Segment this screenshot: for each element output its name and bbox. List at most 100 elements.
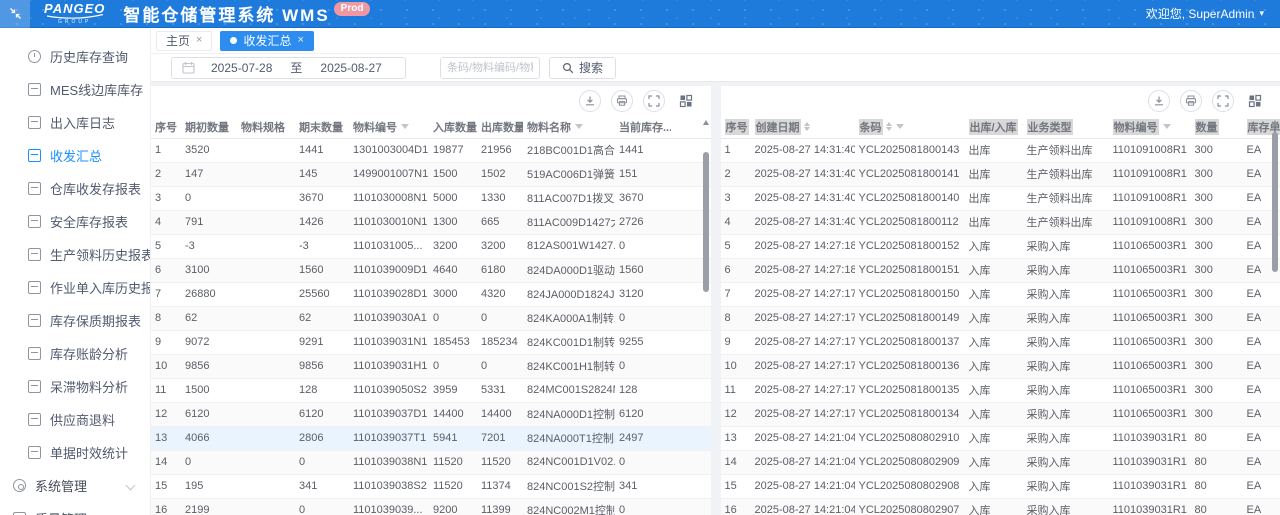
table-cell: 824NC001D1V02... — [523, 450, 615, 475]
table-cell: 1441 — [295, 138, 349, 163]
sidebar-item-生产领料历史报表[interactable]: 生产领料历史报表 — [0, 238, 150, 271]
table-row[interactable]: 10 9856 9856 1101039031H1 0 0 824KC001H1制转... 0 — [151, 354, 711, 379]
sidebar-item-历史库存查询[interactable]: 历史库存查询 — [0, 40, 150, 73]
close-icon[interactable]: × — [196, 35, 202, 46]
tab-send-receive-summary[interactable]: 收发汇总 × — [220, 30, 314, 51]
table-cell: 2025-08-27 14:27:17 — [750, 402, 855, 427]
column-header[interactable]: 业务类型 — [1022, 116, 1109, 139]
table-row[interactable]: 6 3100 1560 1101039009D1 4640 6180 824DA000D1驱… — [151, 258, 711, 283]
table-row[interactable]: 14 0 0 1101039038N1 11520 11520 824NC001D1V02.… — [151, 450, 711, 475]
tab-home[interactable]: 主页 × — [156, 30, 213, 51]
table-row[interactable]: 5 -3 -3 1101031005... 3200 3200 812AS001W1427.… — [151, 234, 711, 259]
sidebar-collapse-button[interactable] — [0, 0, 30, 28]
column-header[interactable]: 物料编号 — [349, 116, 429, 139]
scrollbar-thumb[interactable] — [702, 152, 709, 292]
table-row[interactable]: 3 2025-08-27 14:31:40 YCL2025081800140 出库 生产… — [720, 186, 1280, 211]
sidebar-item-作业单入库历史报表[interactable]: 作业单入库历史报表 — [0, 271, 150, 304]
search-button[interactable]: 搜索 — [549, 56, 617, 79]
table-row[interactable]: 2 147 145 1499001007N1 1500 1502 519AC006D1弹簧 1… — [151, 162, 711, 187]
table-row[interactable]: 4 2025-08-27 14:31:40 YCL2025081800112 出库 生产… — [720, 210, 1280, 235]
scrollbar-thumb[interactable] — [1272, 132, 1278, 272]
table-row[interactable]: 16 2199 0 1101039039... 9200 11399 824NC002M1控… — [151, 498, 711, 515]
table-row[interactable]: 7 26880 25560 1101039028D1 3000 4320 824JA000D… — [151, 282, 711, 307]
filter-icon[interactable] — [575, 124, 583, 130]
table-row[interactable]: 5 2025-08-27 14:27:18 YCL2025081800152 入库 采购… — [720, 234, 1280, 259]
table-row[interactable]: 15 195 341 1101039038S2 11520 11374 824NC001S2… — [151, 474, 711, 499]
column-header[interactable]: 创建日期 — [750, 116, 855, 139]
sidebar-item-单据时效统计[interactable]: 单据时效统计 — [0, 436, 150, 469]
table-row[interactable]: 2 2025-08-27 14:31:40 YCL2025081800141 出库 生产… — [720, 162, 1280, 187]
fullscreen-button[interactable] — [1212, 90, 1234, 112]
table-cell: 2025-08-27 14:31:40 — [750, 186, 855, 211]
user-menu[interactable]: 欢迎您, SuperAdmin ▾ — [1146, 5, 1264, 22]
column-header[interactable]: 条码 — [854, 116, 965, 139]
sidebar-item-供应商退料[interactable]: 供应商退料 — [0, 403, 150, 436]
table-row[interactable]: 12 2025-08-27 14:27:17 YCL2025081800134 入库采… — [720, 402, 1280, 427]
sidebar-item-系统管理[interactable]: 系统管理 — [0, 469, 150, 502]
column-header[interactable]: 入库数量 — [429, 116, 477, 139]
sort-icon[interactable] — [803, 122, 810, 132]
work-order-inbound-history-icon — [28, 281, 41, 294]
sidebar-item-收发汇总[interactable]: 收发汇总 — [0, 139, 150, 172]
vertical-scrollbar[interactable] — [702, 118, 710, 515]
column-header[interactable]: 出库/入库 — [964, 116, 1023, 139]
table-row[interactable]: 6 2025-08-27 14:27:18 YCL2025081800151 入库 采购… — [720, 258, 1280, 283]
table-row[interactable]: 11 1500 128 1101039050S2 3959 5331 824MC001S28… — [151, 378, 711, 403]
date-range-picker[interactable]: 2025-07-28 至 2025-08-27 — [171, 56, 406, 79]
table-row[interactable]: 3036701101030008N150001330811AC007D1拨叉垫3… — [151, 186, 711, 211]
vertical-scrollbar[interactable] — [1271, 118, 1279, 515]
column-header[interactable]: 物料名称 — [523, 116, 615, 139]
start-date[interactable]: 2025-07-28 — [211, 61, 272, 75]
scroll-up-icon[interactable] — [1272, 120, 1278, 125]
column-settings-button[interactable] — [1244, 90, 1266, 112]
table-row[interactable]: 10 2025-08-27 14:27:17 YCL2025081800136 入库采… — [720, 354, 1280, 379]
table-row[interactable]: 8 62 62 1101039030A1 0 0 824KA000A1制转... 0 — [151, 306, 711, 331]
table-row[interactable]: 9 2025-08-27 14:27:17 YCL2025081800137 入库 采购… — [720, 330, 1280, 355]
table-row[interactable]: 4 791 1426 1101030010N1 1300 665 811AC009D1427… — [151, 210, 711, 235]
download-button[interactable] — [578, 90, 601, 112]
table-row[interactable]: 13 2025-08-27 14:21:04 YCL2025080802910 入库采… — [720, 426, 1280, 451]
table-row[interactable]: 1 2025-08-27 14:31:40 YCL2025081800143 出库 生产… — [720, 138, 1280, 163]
sidebar-item-安全库存报表[interactable]: 安全库存报表 — [0, 205, 150, 238]
column-header[interactable]: 当前库存... — [615, 116, 671, 139]
table-row[interactable]: 14 2025-08-27 14:21:04 YCL2025080802909 入库采… — [720, 450, 1280, 475]
sidebar-item-库存账龄分析[interactable]: 库存账龄分析 — [0, 337, 150, 370]
sidebar-item-仓库收发存报表[interactable]: 仓库收发存报表 — [0, 172, 150, 205]
scroll-up-icon[interactable] — [702, 120, 709, 125]
table-row[interactable]: 7 2025-08-27 14:27:17 YCL2025081800150 入库 采购… — [720, 282, 1280, 307]
column-header[interactable]: 期初数量 — [181, 116, 237, 139]
table-row[interactable]: 9 9072 9291 1101039031N1 185453 185234 824KC00… — [151, 330, 711, 355]
column-header[interactable]: 物料规格 — [237, 116, 295, 139]
close-icon[interactable]: × — [297, 35, 303, 46]
print-button[interactable] — [1180, 90, 1202, 112]
table-row[interactable]: 16 2025-08-27 14:21:04 YCL2025080802907 入库采… — [720, 498, 1280, 515]
end-date[interactable]: 2025-08-27 — [320, 61, 381, 75]
table-row[interactable]: 13 4066 2806 1101039037T1 5941 7201 824NA000T1… — [151, 426, 711, 451]
column-header[interactable]: 序号 — [720, 116, 751, 139]
sidebar-item-出入库日志[interactable]: 出入库日志 — [0, 106, 150, 139]
sidebar-item-呆滞物料分析[interactable]: 呆滞物料分析 — [0, 370, 150, 403]
print-button[interactable] — [610, 90, 633, 112]
fullscreen-button[interactable] — [642, 90, 665, 112]
table-row[interactable]: 11 2025-08-27 14:27:17 YCL2025081800135 入库采… — [720, 378, 1280, 403]
search-input[interactable] — [440, 56, 540, 79]
column-header[interactable]: 出库数量 — [477, 116, 523, 139]
column-settings-button[interactable] — [674, 90, 697, 112]
table-row[interactable]: 15 2025-08-27 14:21:04 YCL2025080802908 入库采… — [720, 474, 1280, 499]
sort-icon[interactable] — [885, 122, 892, 132]
column-header[interactable]: 期末数量 — [295, 116, 349, 139]
sidebar-item-MES线边库库存[interactable]: MES线边库库存 — [0, 73, 150, 106]
sidebar-item-质量管理[interactable]: 质量管理 — [0, 502, 150, 515]
column-header[interactable]: 数量 — [1190, 116, 1243, 139]
download-button[interactable] — [1148, 90, 1170, 112]
table-row[interactable]: 12 6120 6120 1101039037D1 14400 14400 824NA000… — [151, 402, 711, 427]
filter-icon[interactable] — [401, 124, 409, 130]
column-header[interactable]: 序号 — [151, 116, 181, 139]
table-row[interactable]: 8 2025-08-27 14:27:17 YCL2025081800149 入库 采购… — [720, 306, 1280, 331]
column-header[interactable]: 物料编号 — [1108, 116, 1191, 139]
filter-icon[interactable] — [1021, 124, 1023, 130]
table-row[interactable]: 1 3520 1441 1301003004D1 19877 21956 218BC001D… — [151, 138, 711, 163]
filter-icon[interactable] — [895, 124, 904, 130]
filter-icon[interactable] — [1162, 124, 1171, 130]
sidebar-item-库存保质期报表[interactable]: 库存保质期报表 — [0, 304, 150, 337]
